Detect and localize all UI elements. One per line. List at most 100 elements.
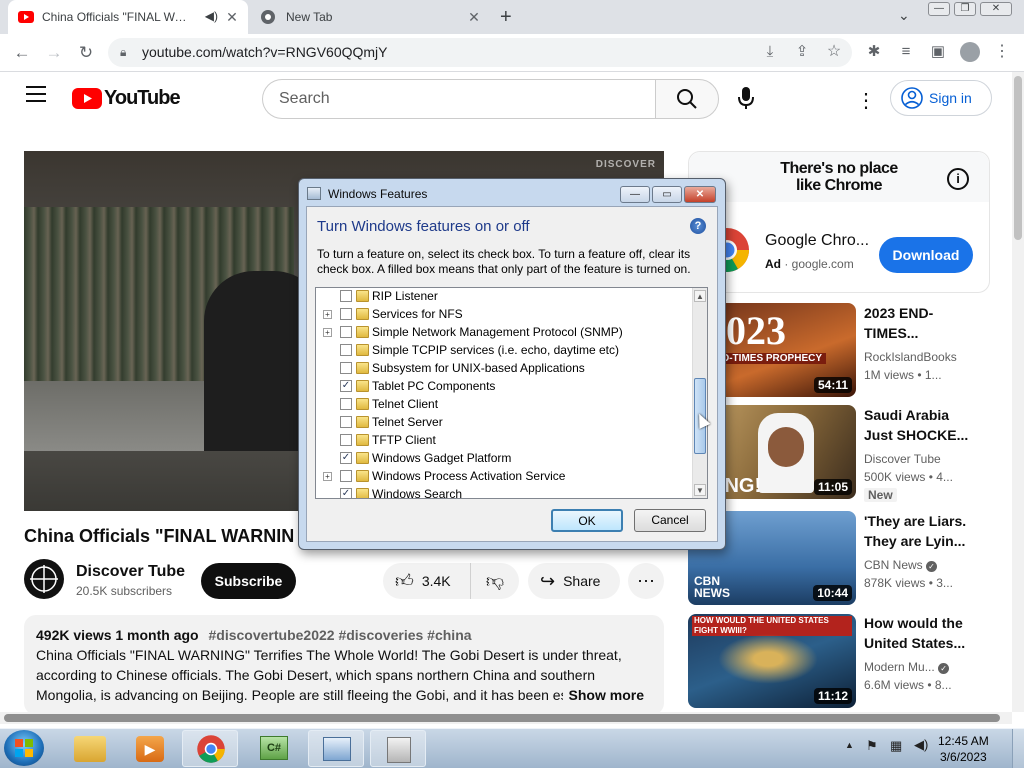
feature-checkbox[interactable] [340, 344, 352, 356]
taskbar-control-panel[interactable] [308, 730, 364, 767]
feature-row[interactable]: Simple TCPIP services (i.e. echo, daytim… [316, 341, 692, 359]
extensions-icon[interactable]: ✱ [864, 42, 884, 62]
info-icon[interactable]: i [947, 168, 969, 190]
bookmark-star-icon[interactable]: ☆ [824, 42, 844, 62]
taskbar-csharp-app[interactable]: C# [246, 730, 302, 767]
feature-row[interactable]: ✓Windows Search [316, 485, 692, 499]
hamburger-menu-icon[interactable] [26, 86, 46, 102]
tab-new-tab[interactable]: New Tab ✕ [250, 0, 490, 34]
volume-icon[interactable]: ◀) [914, 737, 928, 753]
forward-icon[interactable]: → [44, 43, 64, 63]
features-tree[interactable]: RIP Listener+Services for NFS+Simple Net… [315, 287, 708, 499]
feature-row[interactable]: ✓Windows Gadget Platform [316, 449, 692, 467]
close-window-button[interactable]: ✕ [980, 2, 1012, 16]
feature-checkbox[interactable]: ✓ [340, 452, 352, 464]
dialog-maximize-button[interactable]: ▭ [652, 186, 682, 203]
feature-row[interactable]: RIP Listener [316, 287, 692, 305]
sign-in-button[interactable]: Sign in [890, 80, 992, 116]
feature-row[interactable]: ✓Tablet PC Components [316, 377, 692, 395]
feature-checkbox[interactable]: ✓ [340, 380, 352, 392]
taskbar-explorer[interactable] [62, 730, 118, 767]
rec-channel[interactable]: Modern Mu... ✓ [864, 660, 949, 674]
back-icon[interactable]: ← [12, 43, 32, 63]
start-button[interactable] [4, 730, 44, 766]
tab-search-chevron-icon[interactable]: ⌄ [898, 7, 910, 24]
expand-plus-icon[interactable]: + [323, 328, 332, 337]
close-tab-icon[interactable]: ✕ [466, 9, 482, 25]
action-center-flag-icon[interactable]: ⚑ [866, 738, 878, 754]
dialog-close-button[interactable]: ✕ [684, 186, 716, 203]
description-box[interactable]: 492K views 1 month ago #discovertube2022… [24, 615, 664, 715]
reload-icon[interactable]: ↻ [76, 43, 96, 63]
tab-youtube[interactable]: China Officials "FINAL WARNI ◀) ✕ [8, 0, 248, 34]
taskbar-chrome[interactable] [182, 730, 238, 767]
feature-row[interactable]: +Simple Network Management Protocol (SNM… [316, 323, 692, 341]
expand-plus-icon[interactable]: + [323, 310, 332, 319]
close-tab-icon[interactable]: ✕ [224, 9, 240, 25]
taskbar-media-player[interactable]: ▶ [122, 730, 178, 767]
install-icon[interactable]: ⤓ [760, 42, 780, 62]
browser-menu-icon[interactable]: ⋮ [992, 42, 1012, 62]
taskbar-clock[interactable]: 12:45 AM 3/6/2023 [938, 733, 989, 765]
search-input[interactable]: Search [262, 79, 656, 119]
rec-channel[interactable]: RockIslandBooks [864, 350, 957, 364]
rec-title[interactable]: Saudi ArabiaJust SHOCKE... [864, 405, 984, 445]
feature-checkbox[interactable] [340, 470, 352, 482]
feature-row[interactable]: Telnet Client [316, 395, 692, 413]
feature-checkbox[interactable] [340, 416, 352, 428]
more-actions-button[interactable]: ⋯ [628, 563, 664, 599]
feature-checkbox[interactable] [340, 326, 352, 338]
speaker-icon[interactable]: ◀) [205, 9, 218, 23]
feature-checkbox[interactable] [340, 398, 352, 410]
download-button[interactable]: Download [879, 237, 973, 273]
scroll-down-arrow-icon[interactable]: ▼ [694, 484, 706, 496]
feature-row[interactable]: TFTP Client [316, 431, 692, 449]
youtube-logo[interactable]: YouTube [72, 87, 180, 110]
feature-row[interactable]: +Services for NFS [316, 305, 692, 323]
like-button[interactable]: 👍︎ 3.4K [383, 563, 471, 599]
voice-search-icon[interactable] [738, 86, 754, 110]
restore-window-button[interactable]: ❐ [954, 2, 976, 16]
subscribe-button[interactable]: Subscribe [201, 563, 296, 599]
feature-checkbox[interactable] [340, 308, 352, 320]
profile-avatar-icon[interactable] [960, 42, 980, 62]
help-icon[interactable]: ? [690, 218, 706, 234]
cancel-button[interactable]: Cancel [634, 509, 706, 532]
rec-title[interactable]: How would theUnited States... [864, 613, 984, 653]
url-text[interactable]: youtube.com/watch?v=RNGV60QQmjY [142, 44, 388, 60]
rec-title[interactable]: 2023 END-TIMES... [864, 303, 984, 343]
ad-card[interactable]: There's no place like Chrome i Google Ch… [688, 151, 990, 293]
page-scrollbar-thumb[interactable] [1014, 76, 1022, 240]
rec-title[interactable]: 'They are Liars.They are Lyin... [864, 511, 984, 551]
side-panel-icon[interactable]: ▣ [928, 42, 948, 62]
rec-channel[interactable]: Discover Tube [864, 452, 941, 466]
share-button[interactable]: ↪ Share [528, 563, 620, 599]
share-page-icon[interactable]: ⇪ [792, 42, 812, 62]
dialog-minimize-button[interactable]: — [620, 186, 650, 203]
new-tab-plus-icon[interactable]: + [500, 6, 512, 29]
rec-thumbnail[interactable]: HOW WOULD THE UNITED STATES FIGHT WWIII?… [688, 614, 856, 708]
tray-show-hidden-icon[interactable]: ▲ [845, 740, 854, 750]
feature-checkbox[interactable] [340, 362, 352, 374]
expand-plus-icon[interactable]: + [323, 472, 332, 481]
feature-checkbox[interactable] [340, 290, 352, 302]
feature-checkbox[interactable]: ✓ [340, 488, 352, 499]
media-control-icon[interactable]: ≡ [896, 42, 916, 62]
rec-channel[interactable]: CBN News ✓ [864, 558, 937, 572]
search-button[interactable] [655, 79, 719, 119]
feature-checkbox[interactable] [340, 434, 352, 446]
show-more-link[interactable]: Show more [563, 685, 644, 705]
channel-name[interactable]: Discover Tube [76, 563, 185, 581]
taskbar-windows-features[interactable] [370, 730, 426, 767]
minimize-window-button[interactable]: — [928, 2, 950, 16]
feature-row[interactable]: Telnet Server [316, 413, 692, 431]
ok-button[interactable]: OK [551, 509, 623, 532]
feature-row[interactable]: Subsystem for UNIX-based Applications [316, 359, 692, 377]
settings-dots-icon[interactable]: ⋮ [856, 88, 876, 113]
feature-row[interactable]: +Windows Process Activation Service [316, 467, 692, 485]
channel-avatar[interactable] [24, 559, 64, 599]
description-tags[interactable]: #discovertube2022 #discoveries #china [209, 627, 472, 643]
show-desktop-button[interactable] [1012, 729, 1024, 768]
scroll-up-arrow-icon[interactable]: ▲ [694, 290, 706, 302]
dislike-button[interactable]: 👎︎ [471, 563, 519, 599]
